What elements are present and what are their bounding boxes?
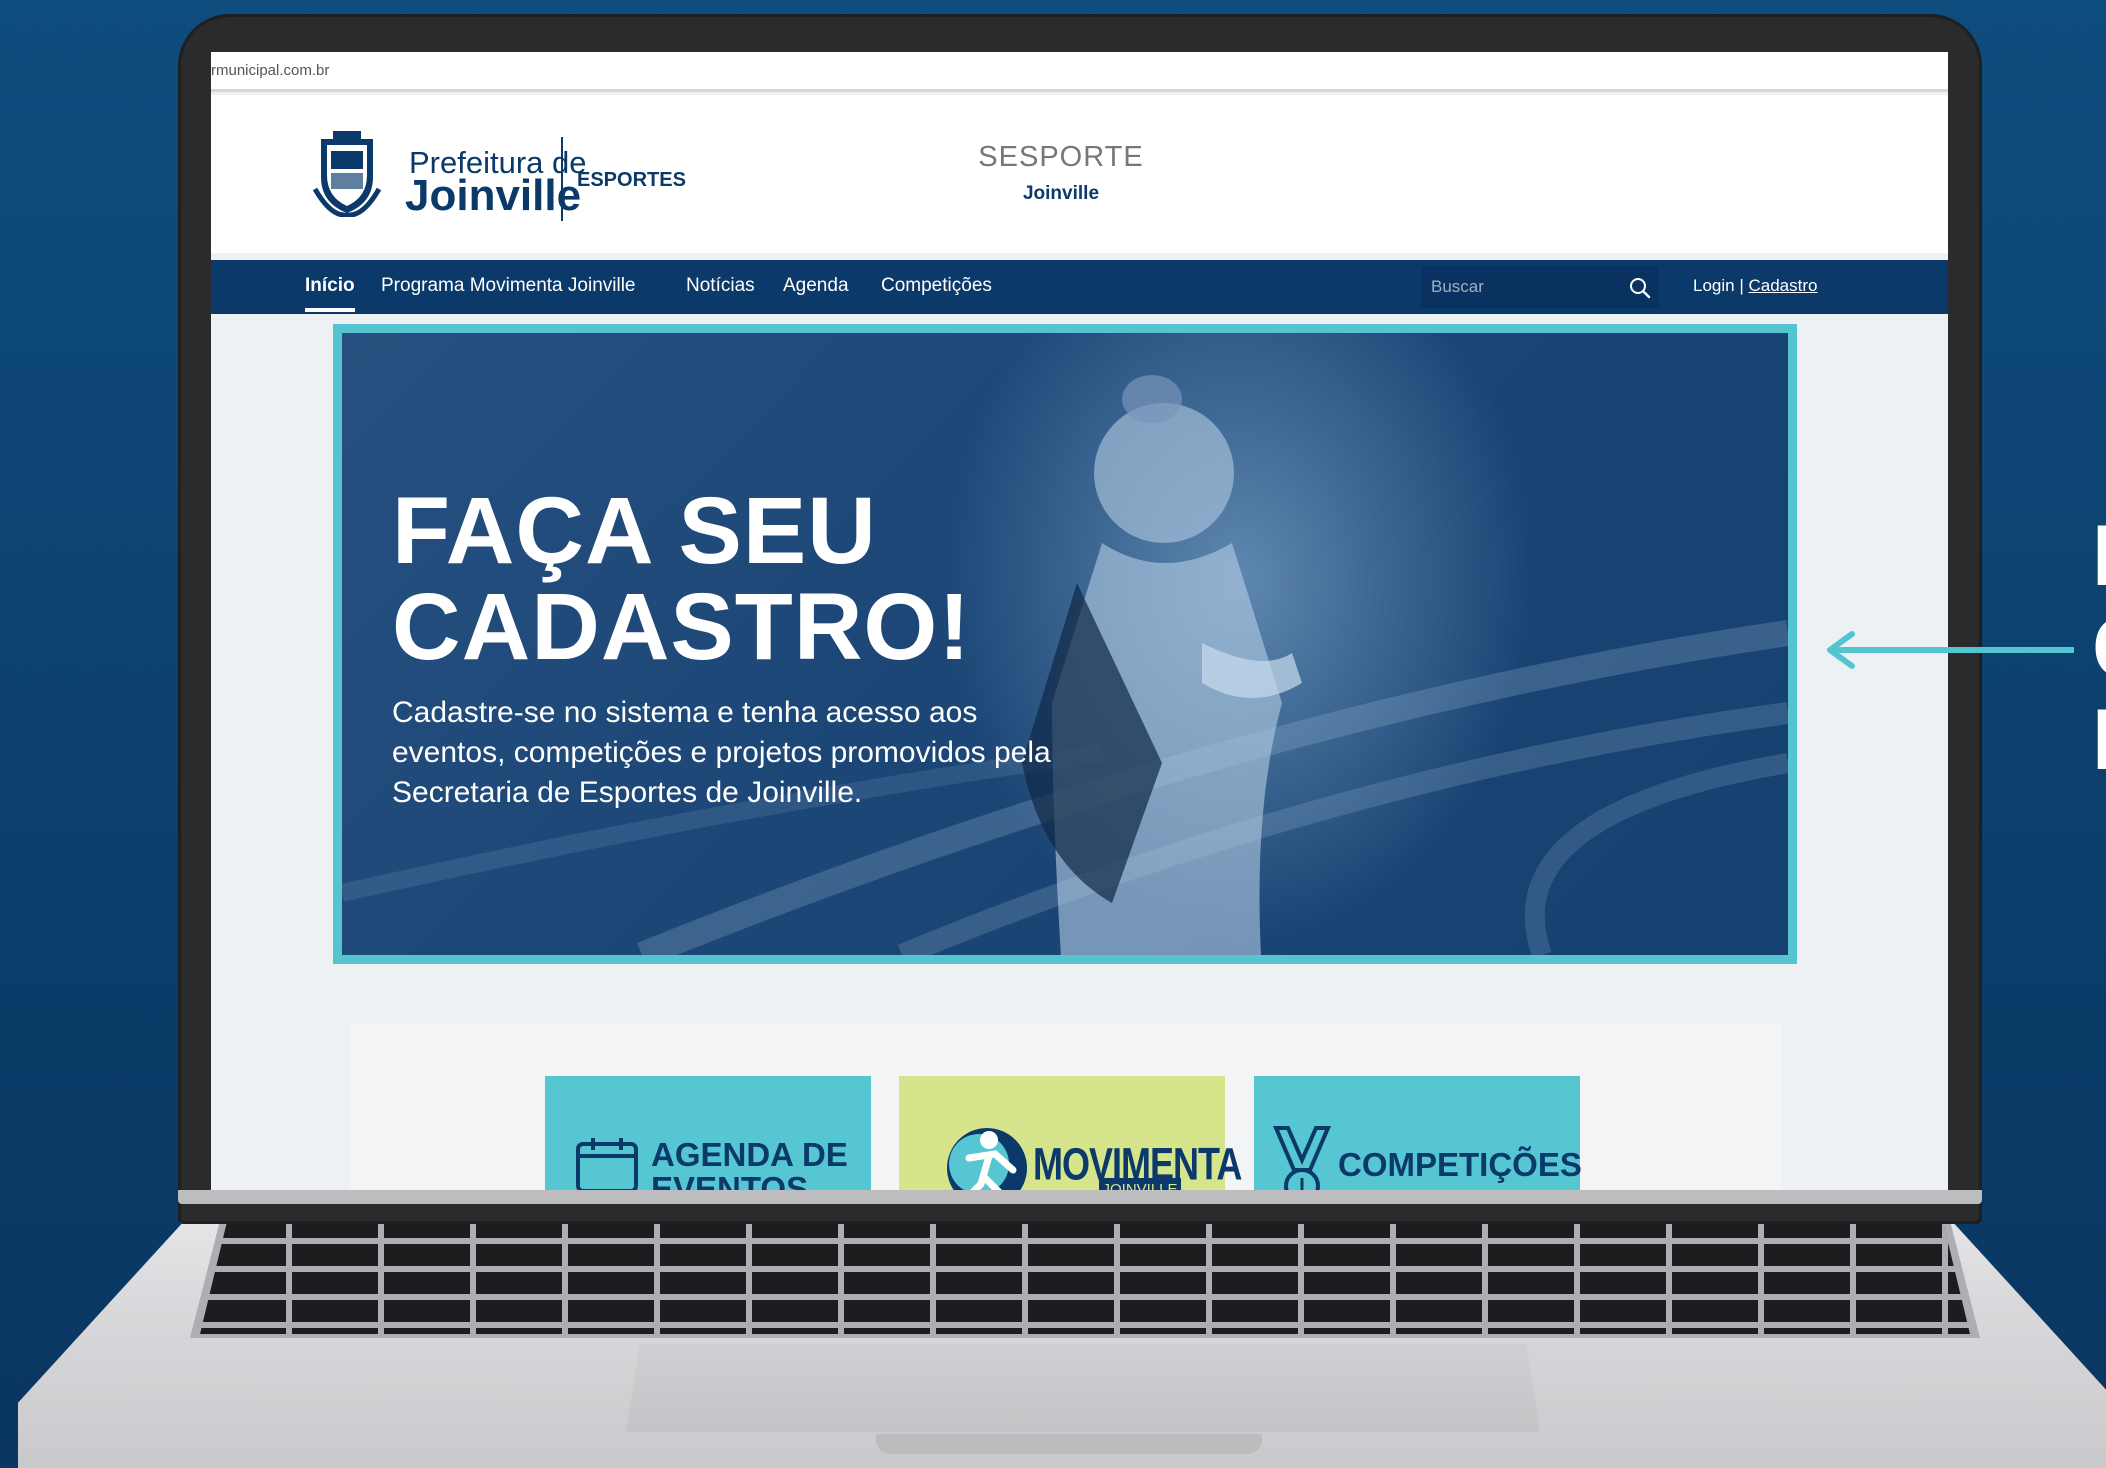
tile-agenda-eventos[interactable]: AGENDA DE EVENTOS — [545, 1076, 871, 1190]
arrow-left-icon — [1827, 631, 2074, 669]
movimenta-sub: JOINVILLE — [1099, 1178, 1181, 1190]
base-notch — [876, 1434, 1262, 1454]
laptop-hinge — [178, 1190, 1982, 1204]
annotation-text: I C I — [2092, 508, 2106, 788]
tiles-layer: AGENDA DE EVENTOS MOVIMENTA JOINVILLE CO… — [211, 52, 1948, 1190]
tile-movimenta-joinville[interactable]: MOVIMENTA JOINVILLE — [899, 1076, 1242, 1190]
keyboard — [200, 1216, 1970, 1334]
tile-competicoes-label: COMPETIÇÕES — [1338, 1146, 1582, 1183]
tile-competicoes[interactable]: COMPETIÇÕES — [1254, 1076, 1582, 1190]
tile-agenda-label: AGENDA DE EVENTOS — [651, 1136, 848, 1191]
medal-icon — [1272, 1126, 1332, 1190]
calendar-icon — [576, 1138, 638, 1190]
trackpad — [626, 1344, 1540, 1432]
